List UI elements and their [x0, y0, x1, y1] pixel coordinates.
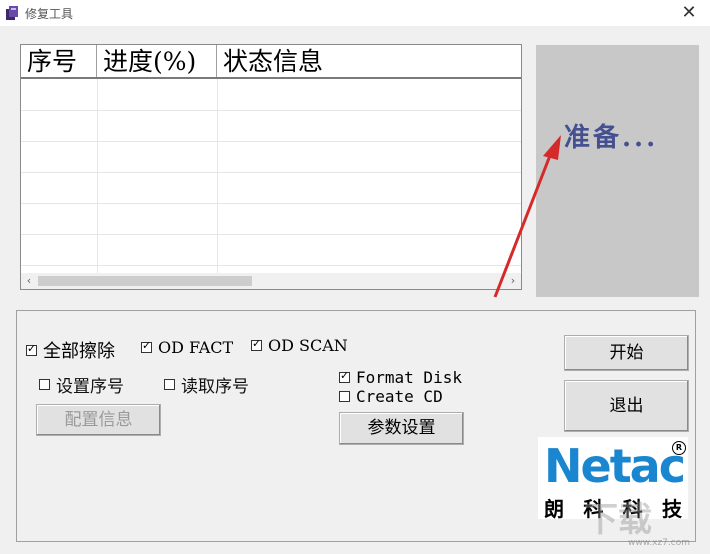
annotation-arrow-icon — [493, 135, 561, 298]
